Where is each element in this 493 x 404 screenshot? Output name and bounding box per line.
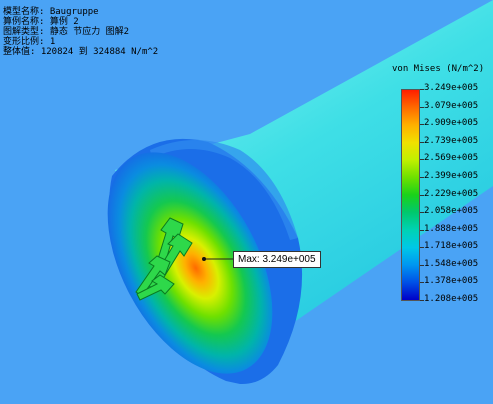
legend-tick-mark (420, 264, 424, 266)
legend-tick-mark (420, 247, 424, 249)
legend-tick-mark (420, 229, 424, 231)
info-overall-range: 整体值: 120824 到 324884 N/m^2 (3, 47, 159, 57)
legend-tick-label: 2.399e+005 (424, 170, 479, 181)
legend-tick-mark (420, 89, 424, 90)
legend-tick-label: 1.208e+005 (424, 294, 479, 304)
info-model-name: 模型名称: Baugruppe (3, 7, 99, 17)
legend-tick-mark (420, 282, 424, 284)
legend-tick-mark (420, 176, 424, 178)
legend-title: von Mises (N/m^2) (392, 64, 485, 74)
legend-color-bar[interactable] (401, 89, 420, 301)
info-plot-type: 图解类型: 静态 节应力 图解2 (3, 27, 130, 37)
simulation-viewport[interactable]: 模型名称: Baugruppe 算例名称: 算例 2 图解类型: 静态 节应力 … (0, 0, 493, 404)
legend-tick-label: 1.378e+005 (424, 276, 479, 287)
legend-tick-label: 1.888e+005 (424, 223, 479, 234)
legend-tick-mark (420, 300, 424, 301)
legend-tick-mark (420, 159, 424, 161)
info-study-name: 算例名称: 算例 2 (3, 17, 79, 27)
max-value-callout[interactable]: Max: 3.249e+005 (233, 251, 321, 268)
legend-tick-mark (420, 194, 424, 196)
legend-tick-mark (420, 106, 424, 108)
legend-tick-label: 1.718e+005 (424, 241, 479, 252)
legend-tick-label: 2.569e+005 (424, 153, 479, 164)
legend-tick-mark (420, 141, 424, 143)
legend-tick-label: 2.909e+005 (424, 118, 479, 129)
legend-tick-label: 2.058e+005 (424, 206, 479, 217)
legend-tick-mark (420, 124, 424, 126)
info-deformation-scale: 变形比例: 1 (3, 37, 56, 47)
legend-tick-label: 2.229e+005 (424, 188, 479, 199)
legend-tick-label: 3.079e+005 (424, 100, 479, 111)
legend-tick-label: 1.548e+005 (424, 258, 479, 269)
legend-tick-label: 3.249e+005 (424, 83, 479, 93)
legend-tick-mark (420, 212, 424, 214)
legend-tick-label: 2.739e+005 (424, 135, 479, 146)
